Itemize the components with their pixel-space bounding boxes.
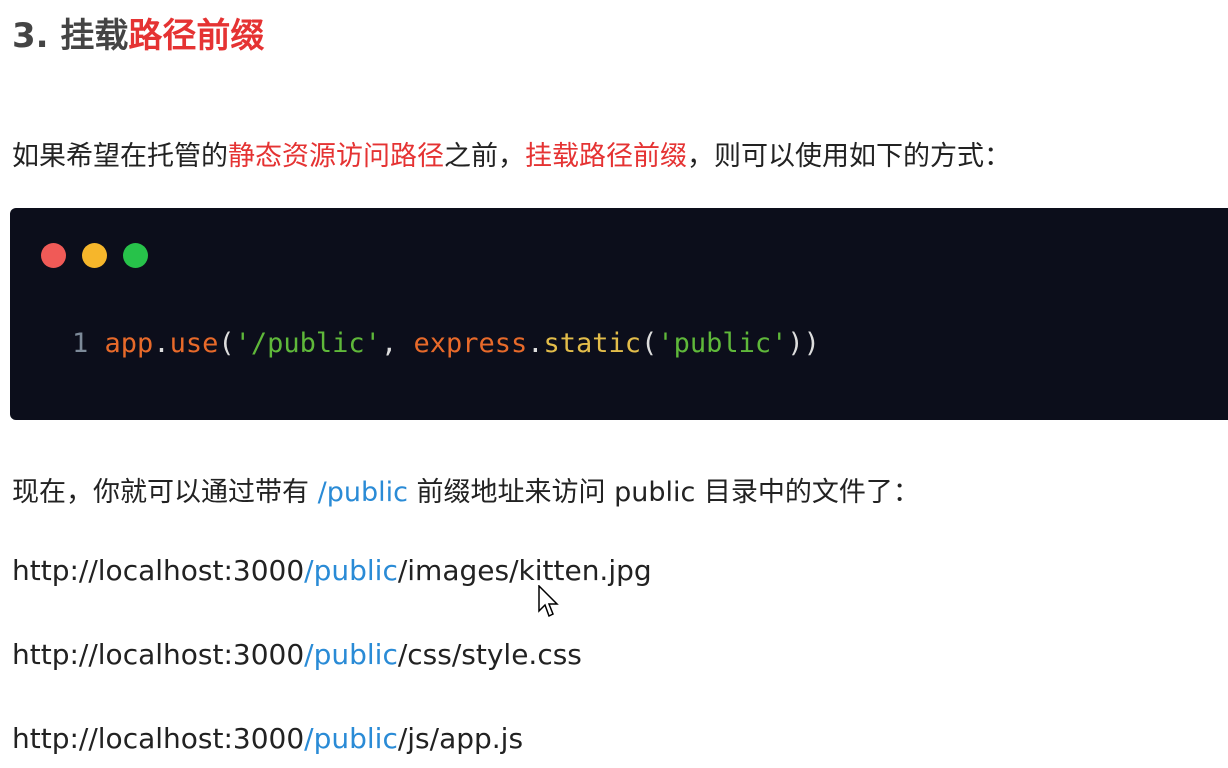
usage-text: 现在，你就可以通过带有 bbox=[12, 477, 318, 508]
mouse-pointer-icon bbox=[538, 585, 559, 618]
code-token: . bbox=[153, 328, 170, 359]
code-token: static bbox=[543, 328, 642, 359]
window-close-dot-icon bbox=[41, 243, 66, 268]
intro-text: 如果希望在托管的 bbox=[12, 141, 228, 172]
heading-highlight: 路径前缀 bbox=[128, 16, 265, 56]
url-path: /images/kitten.jpg bbox=[397, 554, 652, 587]
line-number: 1 bbox=[72, 328, 89, 359]
code-line: 1 app.use('/public', express.static('pub… bbox=[72, 328, 820, 359]
code-token: '/public' bbox=[234, 328, 381, 359]
url-example: http://localhost:3000/public/css/style.c… bbox=[12, 638, 582, 671]
code-token: . bbox=[527, 328, 544, 359]
code-token: 'public' bbox=[657, 328, 788, 359]
usage-highlight: /public bbox=[317, 477, 408, 508]
intro-text: 之前， bbox=[444, 141, 525, 172]
code-block bbox=[10, 208, 1228, 420]
url-prefix: /public bbox=[304, 638, 398, 671]
code-token: app bbox=[104, 328, 154, 359]
url-host: http://localhost:3000 bbox=[12, 554, 305, 587]
url-host: http://localhost:3000 bbox=[12, 638, 305, 671]
intro-highlight: 静态资源访问路径 bbox=[228, 141, 444, 172]
code-token: , bbox=[380, 328, 414, 359]
window-maximize-dot-icon bbox=[123, 243, 148, 268]
url-example: http://localhost:3000/public/js/app.js bbox=[12, 722, 523, 755]
code-token: use bbox=[169, 328, 219, 359]
code-token: express bbox=[413, 328, 528, 359]
usage-paragraph: 现在，你就可以通过带有 /public 前缀地址来访问 public 目录中的文… bbox=[12, 470, 920, 509]
heading-prefix: 3. 挂载 bbox=[12, 16, 129, 56]
code-token: ( bbox=[641, 328, 658, 359]
url-example: http://localhost:3000/public/images/kitt… bbox=[12, 554, 652, 587]
intro-text: ，则可以使用如下的方式： bbox=[687, 141, 1011, 172]
url-prefix: /public bbox=[304, 554, 398, 587]
usage-text: 前缀地址来访问 public 目录中的文件了： bbox=[407, 477, 920, 508]
url-host: http://localhost:3000 bbox=[12, 722, 305, 755]
intro-highlight: 挂载路径前缀 bbox=[525, 141, 687, 172]
url-prefix: /public bbox=[304, 722, 398, 755]
url-path: /js/app.js bbox=[397, 722, 524, 755]
window-minimize-dot-icon bbox=[82, 243, 107, 268]
intro-paragraph: 如果希望在托管的静态资源访问路径之前，挂载路径前缀，则可以使用如下的方式： bbox=[12, 134, 1011, 173]
section-heading: 3. 挂载路径前缀 bbox=[12, 8, 264, 57]
url-path: /css/style.css bbox=[397, 638, 582, 671]
code-token: )) bbox=[787, 328, 820, 359]
code-token: ( bbox=[218, 328, 235, 359]
